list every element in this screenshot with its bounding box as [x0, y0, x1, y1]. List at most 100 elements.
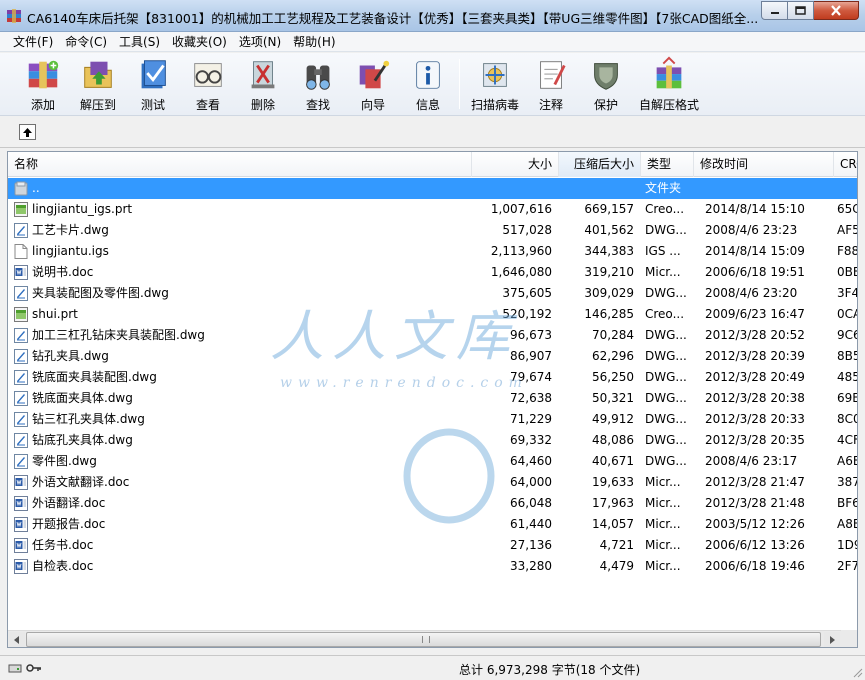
status-bar: 总计 6,973,298 字节(18 个文件): [0, 655, 865, 680]
sfx-button[interactable]: 自解压格式: [636, 55, 702, 113]
file-row[interactable]: 开题报告.doc 61,440 14,057 Micr... 2003/5/12 12:…: [8, 514, 857, 535]
file-crc: 387: [837, 475, 858, 489]
file-row[interactable]: 零件图.dwg 64,460 40,671 DWG... 2008/4/6 23:17 A…: [8, 451, 857, 472]
close-button[interactable]: [814, 1, 859, 20]
close-icon: [831, 5, 841, 16]
file-row[interactable]: lingjiantu.igs 2,113,960 344,383 IGS ... 201…: [8, 241, 857, 262]
file-name: lingjiantu.igs: [32, 244, 109, 258]
delete-button[interactable]: 删除: [236, 55, 290, 113]
file-size: 69,332: [510, 433, 552, 447]
title-bar[interactable]: CA6140车床后托架【831001】的机械加工工艺规程及工艺装备设计【优秀】【…: [0, 0, 865, 32]
file-type: DWG...: [645, 412, 687, 426]
file-row[interactable]: 加工三杠孔钻床夹具装配图.dwg 96,673 70,284 DWG... 2012/3…: [8, 325, 857, 346]
creo-file-icon: [14, 202, 28, 217]
file-row[interactable]: lingjiantu_igs.prt 1,007,616 669,157 Creo..…: [8, 199, 857, 220]
menu-help[interactable]: 帮助(H): [288, 32, 340, 52]
file-name: 钻底孔夹具体.dwg: [32, 433, 133, 447]
horizontal-scrollbar[interactable]: [8, 630, 841, 647]
maximize-button[interactable]: [788, 1, 814, 20]
file-row[interactable]: 说明书.doc 1,646,080 319,210 Micr... 2006/6/18 …: [8, 262, 857, 283]
file-modified: 2012/3/28 20:38: [705, 391, 805, 405]
file-size: 27,136: [510, 538, 552, 552]
file-modified: 2008/4/6 23:23: [705, 223, 798, 237]
column-packed[interactable]: 压缩后大小: [559, 152, 641, 177]
comment-label: 注释: [538, 98, 563, 112]
wizard-label: 向导: [360, 98, 385, 112]
menu-options[interactable]: 选项(N): [234, 32, 286, 52]
file-packed-size: 48,086: [592, 433, 634, 447]
file-packed-size: 669,157: [584, 202, 634, 216]
file-crc: [837, 178, 857, 199]
resize-grip-icon[interactable]: [851, 666, 863, 678]
file-crc: BF6: [837, 496, 858, 510]
column-modified[interactable]: 修改时间: [694, 152, 834, 177]
menu-tools[interactable]: 工具(S): [114, 32, 165, 52]
info-icon: [416, 61, 440, 89]
file-row[interactable]: 外语翻译.doc 66,048 17,963 Micr... 2012/3/28 21:…: [8, 493, 858, 514]
find-icon: [306, 65, 330, 90]
file-name: 夹具装配图及零件图.dwg: [32, 286, 169, 300]
file-row[interactable]: 钻孔夹具.dwg 86,907 62,296 DWG... 2012/3/28 20:3…: [8, 346, 857, 367]
file-crc: 9C6: [837, 328, 857, 342]
file-row[interactable]: 工艺卡片.dwg 517,028 401,562 DWG... 2008/4/6 23:…: [8, 220, 857, 241]
file-row[interactable]: shui.prt 520,192 146,285 Creo... 2009/6/23 1…: [8, 304, 857, 325]
column-name[interactable]: 名称: [8, 152, 472, 177]
scroll-left-button[interactable]: [9, 632, 25, 647]
creo-file-icon: [14, 307, 28, 322]
file-type: DWG...: [645, 349, 687, 363]
file-list[interactable]: 名称 大小 压缩后大小 类型 修改时间 CRC .. 文件夹 lingjiantu_…: [7, 151, 858, 648]
minimize-button[interactable]: [761, 1, 788, 20]
file-type: Micr...: [645, 475, 681, 489]
file-modified: 2012/3/28 20:33: [705, 412, 805, 426]
file-row[interactable]: 钻底孔夹具体.dwg 69,332 48,086 DWG... 2012/3/28 20…: [8, 430, 857, 451]
file-row[interactable]: .. 文件夹: [8, 178, 857, 199]
file-row[interactable]: 夹具装配图及零件图.dwg 375,605 309,029 DWG... 2008/4/…: [8, 283, 857, 304]
file-row[interactable]: 钻三杠孔夹具体.dwg 71,229 49,912 DWG... 2012/3/28 2…: [8, 409, 857, 430]
file-modified: 2012/3/28 20:52: [705, 328, 805, 342]
column-type[interactable]: 类型: [641, 152, 694, 177]
column-size[interactable]: 大小: [472, 152, 559, 177]
file-size: 96,673: [510, 328, 552, 342]
scroll-right-button[interactable]: [824, 632, 840, 647]
file-row[interactable]: 铣底面夹具体.dwg 72,638 50,321 DWG... 2012/3/28 20…: [8, 388, 857, 409]
dwg-file-icon: [14, 370, 28, 385]
file-name: shui.prt: [32, 307, 78, 321]
extract-to-button[interactable]: 解压到: [71, 55, 125, 113]
file-modified: 2012/3/28 20:35: [705, 433, 805, 447]
file-modified: 2009/6/23 16:47: [705, 307, 805, 321]
test-icon: [141, 60, 166, 89]
file-name: lingjiantu_igs.prt: [32, 202, 133, 216]
test-button[interactable]: 测试: [126, 55, 180, 113]
word-doc-icon: [14, 517, 28, 532]
virus-scan-button[interactable]: 扫描病毒: [466, 55, 524, 113]
drive-icon: [8, 664, 22, 673]
file-type: Micr...: [645, 496, 681, 510]
menu-commands[interactable]: 命令(C): [60, 32, 112, 52]
minimize-icon: [770, 11, 779, 14]
scroll-thumb[interactable]: [26, 632, 821, 647]
file-modified: 2006/6/12 13:26: [705, 538, 805, 552]
find-button[interactable]: 查找: [291, 55, 345, 113]
menu-file[interactable]: 文件(F): [8, 32, 58, 52]
column-crc[interactable]: CRC: [834, 152, 857, 177]
protect-button[interactable]: 保护: [579, 55, 633, 113]
file-name: ..: [32, 181, 40, 195]
file-modified: 2012/3/28 21:48: [705, 496, 805, 510]
file-row[interactable]: 外语文献翻译.doc 64,000 19,633 Micr... 2012/3/28 2…: [8, 472, 858, 493]
file-packed-size: 49,912: [592, 412, 634, 426]
file-modified: 2012/3/28 21:47: [705, 475, 805, 489]
file-name: 外语翻译.doc: [32, 496, 106, 510]
up-folder-button[interactable]: [19, 124, 36, 140]
file-row[interactable]: 自检表.doc 33,280 4,479 Micr... 2006/6/18 19:46…: [8, 556, 857, 577]
file-row[interactable]: 任务书.doc 27,136 4,721 Micr... 2006/6/12 13:26…: [8, 535, 857, 556]
dwg-file-icon: [14, 412, 28, 427]
add-button[interactable]: 添加: [16, 55, 70, 113]
extract-to-icon: [84, 61, 112, 88]
menu-favorites[interactable]: 收藏夹(O): [167, 32, 232, 52]
view-button[interactable]: 查看: [181, 55, 235, 113]
wizard-button[interactable]: 向导: [346, 55, 400, 113]
file-type: DWG...: [645, 328, 687, 342]
comment-button[interactable]: 注释: [524, 55, 578, 113]
info-button[interactable]: 信息: [401, 55, 455, 113]
file-name: 自检表.doc: [32, 559, 94, 573]
